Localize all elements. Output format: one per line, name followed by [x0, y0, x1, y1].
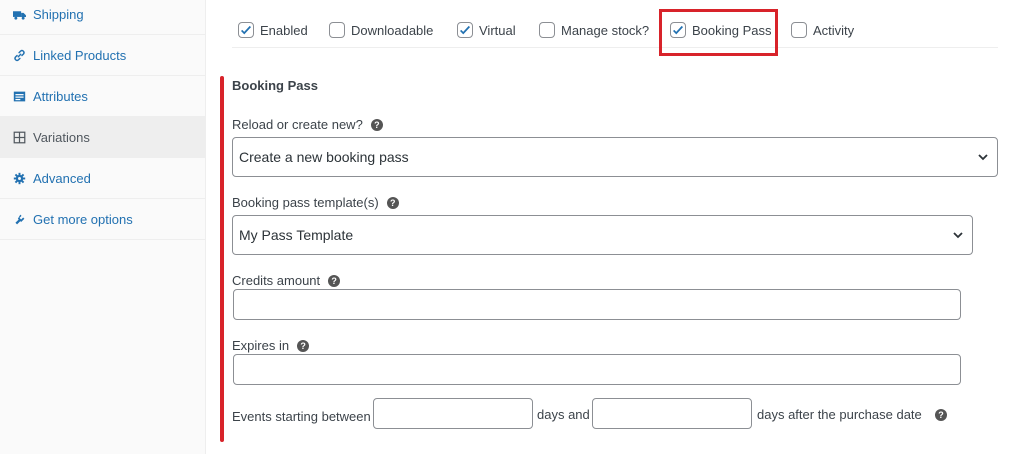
sidebar-item-label: Linked Products: [33, 47, 127, 63]
events-label: Events starting between: [232, 409, 371, 424]
checkbox-label: Downloadable: [351, 22, 434, 38]
gear-icon: [12, 171, 26, 185]
checkbox-label: Activity: [813, 22, 855, 38]
expires-label: Expires in ?: [232, 338, 310, 353]
sidebar-item-label: Attributes: [33, 88, 88, 104]
link-icon: [12, 48, 26, 62]
expires-in-input[interactable]: [233, 354, 961, 385]
section-title: Booking Pass: [232, 78, 318, 93]
expires-label-text: Expires in: [232, 338, 290, 353]
downloadable-checkbox[interactable]: Downloadable: [329, 22, 433, 38]
days-after-label: days after the purchase date: [757, 407, 922, 422]
checkbox-box[interactable]: [539, 22, 555, 38]
activity-checkbox[interactable]: Activity: [791, 22, 854, 38]
chevron-down-icon: [978, 154, 988, 161]
enabled-checkbox[interactable]: Enabled: [238, 22, 308, 38]
template-select-value: My Pass Template: [239, 227, 354, 243]
reload-select[interactable]: Create a new booking pass: [232, 137, 998, 177]
product-data-tabs: Shipping Linked Products Attributes Vari…: [0, 0, 206, 454]
credits-label: Credits amount ?: [232, 273, 341, 288]
template-label-text: Booking pass template(s): [232, 195, 379, 210]
template-label: Booking pass template(s) ?: [232, 195, 399, 210]
checkbox-box[interactable]: [791, 22, 807, 38]
grid-icon: [12, 130, 26, 144]
list-icon: [12, 89, 26, 103]
checkbox-label: Manage stock?: [561, 22, 650, 38]
checkbox-label: Enabled: [260, 22, 308, 38]
sidebar-item-label: Variations: [33, 129, 90, 145]
checkbox-box[interactable]: [457, 22, 473, 38]
events-end-days-input[interactable]: [592, 398, 752, 429]
reload-label-text: Reload or create new?: [232, 117, 363, 132]
plug-icon: [12, 212, 26, 226]
credits-label-text: Credits amount: [232, 273, 321, 288]
sidebar-item-shipping[interactable]: Shipping: [0, 0, 205, 35]
chevron-down-icon: [953, 232, 963, 239]
help-icon[interactable]: ?: [297, 339, 310, 352]
manage-stock-checkbox[interactable]: Manage stock?: [539, 22, 649, 38]
sidebar-item-linked-products[interactable]: Linked Products: [0, 35, 205, 76]
virtual-checkbox[interactable]: Virtual: [457, 22, 516, 38]
sidebar-item-attributes[interactable]: Attributes: [0, 76, 205, 117]
section-marker: [220, 76, 224, 442]
credits-amount-input[interactable]: [233, 289, 961, 320]
days-and-label: days and: [537, 407, 590, 422]
reload-label: Reload or create new? ?: [232, 117, 383, 132]
highlight-annotation: [659, 9, 778, 56]
checkbox-box[interactable]: [238, 22, 254, 38]
sidebar-item-label: Advanced: [33, 170, 91, 186]
checkbox-box[interactable]: [329, 22, 345, 38]
help-icon[interactable]: ?: [386, 196, 399, 209]
help-icon[interactable]: ?: [328, 274, 341, 287]
help-icon[interactable]: ?: [370, 118, 383, 131]
checkbox-label: Virtual: [479, 22, 516, 38]
sidebar-item-get-more-options[interactable]: Get more options: [0, 199, 205, 240]
reload-select-value: Create a new booking pass: [239, 149, 409, 165]
sidebar-item-label: Get more options: [33, 211, 133, 227]
events-start-days-input[interactable]: [373, 398, 533, 429]
sidebar-item-advanced[interactable]: Advanced: [0, 158, 205, 199]
template-select[interactable]: My Pass Template: [232, 215, 973, 255]
sidebar-item-label: Shipping: [33, 6, 84, 22]
truck-icon: [12, 7, 26, 21]
sidebar-item-variations[interactable]: Variations: [0, 117, 205, 158]
help-icon[interactable]: ?: [935, 409, 947, 421]
